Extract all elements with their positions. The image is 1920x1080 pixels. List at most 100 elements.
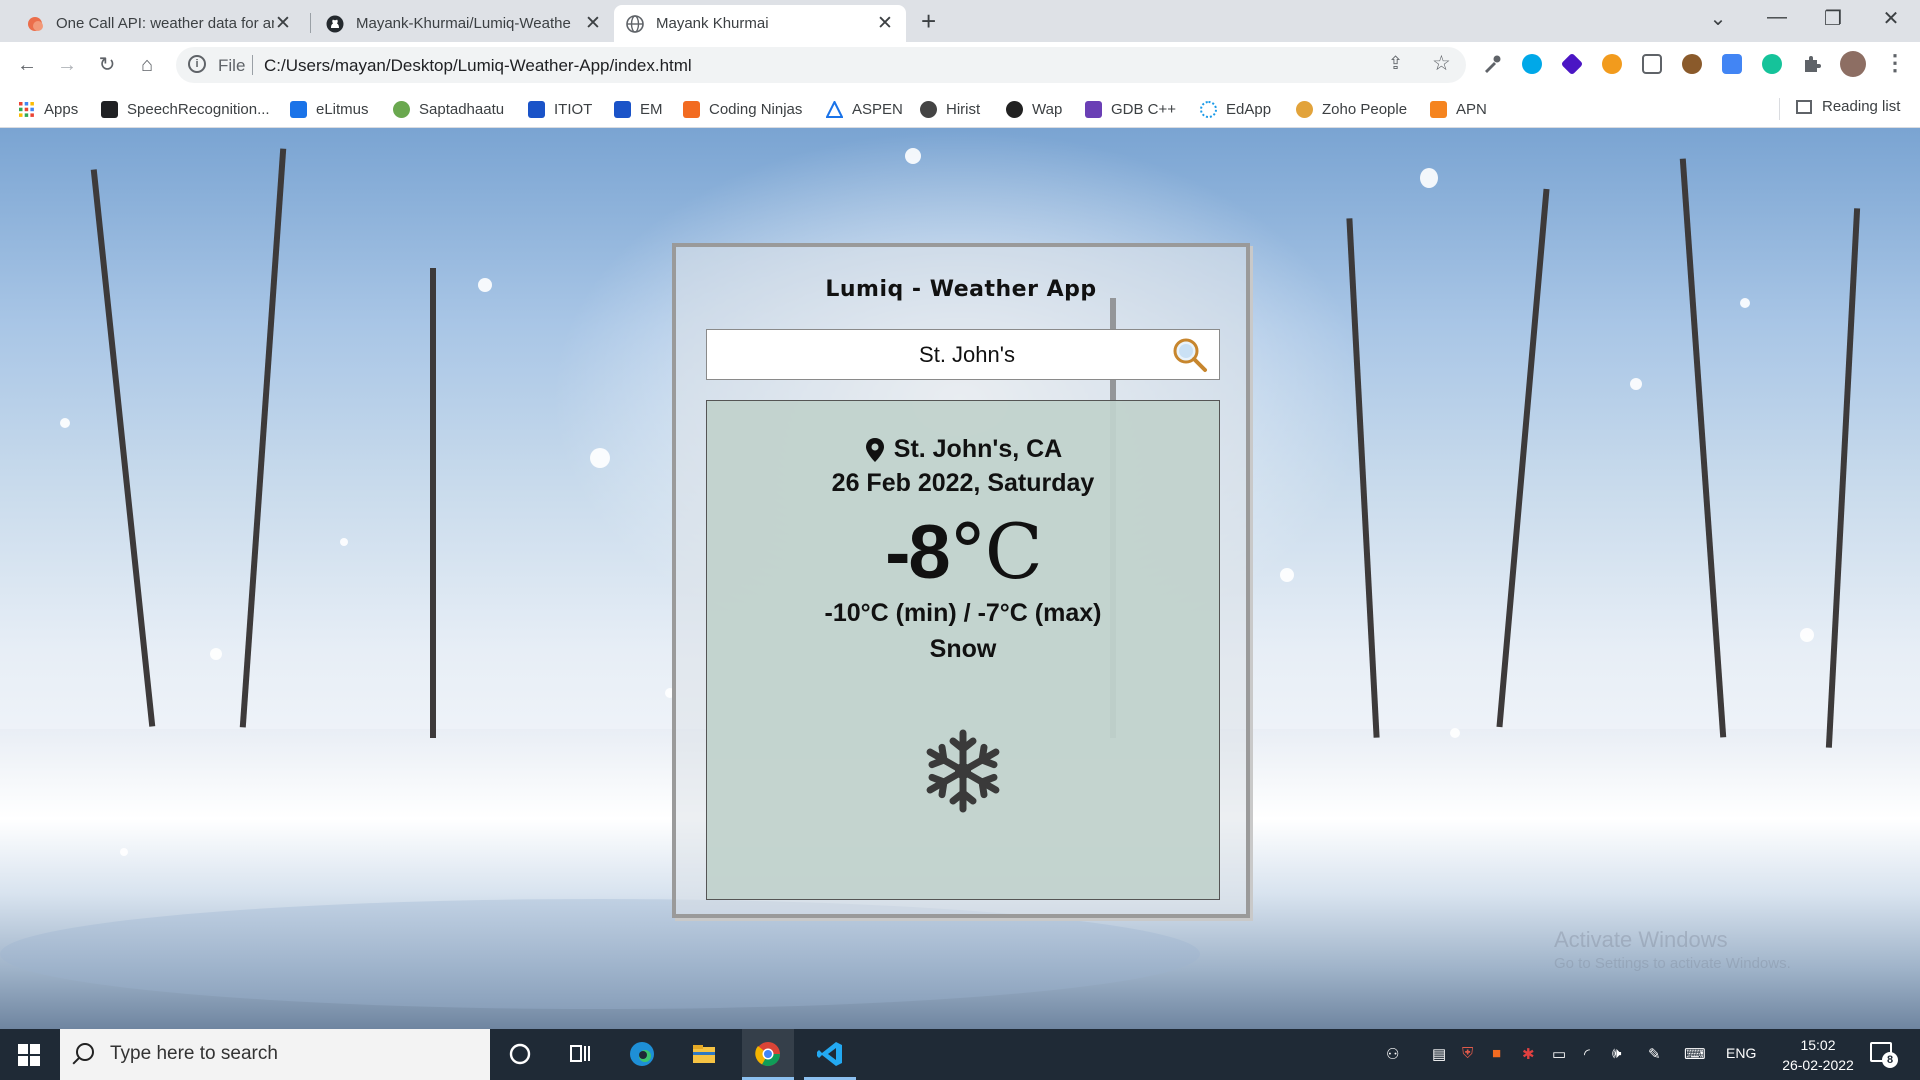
forward-icon[interactable]: → [53, 51, 81, 79]
bookmark-label: ASPEN [852, 100, 903, 118]
close-window-icon[interactable]: ✕ [1876, 6, 1906, 31]
close-tab-icon[interactable]: ✕ [274, 12, 292, 35]
bookmark-em[interactable]: EM [614, 98, 663, 120]
task-view-icon[interactable] [566, 1040, 594, 1068]
windows-start-icon[interactable] [18, 1044, 40, 1066]
bookmark-edapp[interactable]: EdApp [1200, 98, 1271, 120]
bookmark-speechrecognition[interactable]: SpeechRecognition... [101, 98, 270, 120]
close-tab-icon[interactable]: ✕ [876, 12, 894, 35]
edapp-icon [1200, 100, 1217, 118]
bookmarks-bar: Apps SpeechRecognition... eLitmus Saptad… [0, 88, 1920, 128]
tray-app-icon[interactable]: ■ [1492, 1045, 1501, 1062]
profile-avatar[interactable] [1840, 51, 1866, 77]
browser-toolbar: ← → ↻ ⌂ i File C:/Users/mayan/Desktop/Lu… [0, 42, 1920, 88]
home-icon[interactable]: ⌂ [133, 51, 161, 79]
vscode-icon[interactable] [816, 1040, 844, 1068]
snowflake-particle [1280, 568, 1294, 582]
page-viewport: Activate Windows Go to Settings to activ… [0, 128, 1920, 1029]
snowflake-particle [1420, 168, 1438, 188]
grammarly-extension-icon[interactable] [1762, 54, 1782, 74]
activate-windows-watermark: Activate Windows [1554, 927, 1728, 952]
address-scheme: File [218, 56, 246, 75]
elitmus-icon [290, 100, 307, 118]
share-icon[interactable]: ⇪ [1388, 53, 1403, 74]
taskbar-clock[interactable]: 15:02 26-02-2022 [1778, 1035, 1858, 1075]
reading-list-icon [1796, 99, 1812, 114]
em-icon [614, 100, 631, 118]
bookmark-label: Zoho People [1322, 100, 1408, 118]
search-icon[interactable] [1171, 336, 1207, 372]
tab-github[interactable]: Mayank-Khurmai/Lumiq-Weathe ✕ [314, 5, 614, 42]
edge-icon[interactable] [628, 1040, 656, 1068]
maximize-icon[interactable]: ❐ [1818, 6, 1848, 31]
clock-time: 15:02 [1800, 1037, 1836, 1053]
back-icon[interactable]: ← [13, 51, 41, 79]
coding-ninjas-icon [683, 100, 700, 118]
bookmark-apps[interactable]: Apps [18, 98, 78, 120]
location-row: St. John's, CA [707, 435, 1219, 464]
bookmark-label: Apps [44, 100, 79, 118]
snowflake-icon [919, 727, 1007, 815]
min-max-temperature: -10°C (min) / -7°C (max) [824, 599, 1102, 627]
tab-openweather[interactable]: One Call API: weather data for an ✕ [14, 5, 304, 42]
tab-search-icon[interactable]: ⌄ [1703, 6, 1733, 31]
security-shield-icon[interactable]: ⛨ [1462, 1045, 1473, 1062]
speechrecognition-icon [101, 100, 118, 118]
cast-extension-icon[interactable] [1642, 54, 1662, 74]
bookmark-zoho-people[interactable]: Zoho People [1296, 98, 1407, 120]
chrome-icon[interactable] [754, 1040, 782, 1068]
skype-extension-icon[interactable] [1522, 54, 1542, 74]
pen-icon[interactable]: ✎ [1648, 1045, 1661, 1063]
search-icon [76, 1043, 94, 1061]
bookmark-elitmus[interactable]: eLitmus [290, 98, 369, 120]
tab-title: One Call API: weather data for an [56, 15, 274, 32]
bookmark-coding-ninjas[interactable]: Coding Ninjas [683, 98, 802, 120]
people-icon[interactable]: ⚇ [1386, 1045, 1399, 1063]
volume-icon[interactable]: 🕪 [1612, 1045, 1621, 1062]
file-explorer-icon[interactable] [690, 1040, 718, 1068]
address-url[interactable]: C:/Users/mayan/Desktop/Lumiq-Weather-App… [264, 56, 692, 76]
bookmark-apn[interactable]: APN [1430, 98, 1487, 120]
tray-taskbar-icon[interactable]: ▤ [1432, 1045, 1446, 1063]
city-search-input[interactable] [717, 330, 1147, 379]
bookmark-wap[interactable]: Wap [1006, 98, 1062, 120]
keyboard-icon[interactable]: ⌨ [1684, 1045, 1706, 1063]
bookmark-saptadhaatu[interactable]: Saptadhaatu [393, 98, 504, 120]
wifi-icon[interactable]: ◜ [1584, 1045, 1590, 1063]
battery-icon[interactable]: ▭ [1552, 1045, 1566, 1063]
snowflake-particle [1800, 628, 1814, 642]
translate-extension-icon[interactable] [1722, 54, 1742, 74]
snowflake-particle [478, 278, 492, 292]
tree-trunk [1825, 208, 1861, 748]
eyedropper-extension-icon[interactable] [1482, 54, 1502, 74]
bookmark-gdb[interactable]: GDB C++ [1085, 98, 1176, 120]
site-info-icon[interactable]: i [188, 55, 206, 73]
tray-bug-icon[interactable]: ✱ [1522, 1045, 1535, 1063]
reading-list-button[interactable]: Reading list [1796, 98, 1900, 115]
tab-mayank-khurmai[interactable]: Mayank Khurmai ✕ [614, 5, 906, 42]
temperature-display: -8°C [707, 507, 1219, 596]
minimize-icon[interactable]: — [1762, 6, 1792, 29]
extension-orange-icon[interactable] [1602, 54, 1622, 74]
snowflake-particle [1450, 728, 1460, 738]
zoho-people-icon [1296, 100, 1313, 118]
tree-trunk [239, 148, 287, 728]
new-tab-icon[interactable]: + [921, 6, 936, 37]
close-tab-icon[interactable]: ✕ [584, 12, 602, 35]
language-indicator[interactable]: ENG [1726, 1045, 1756, 1061]
bookmark-star-icon[interactable]: ☆ [1432, 51, 1451, 76]
bookmark-hirist[interactable]: Hirist [920, 98, 980, 120]
bookmark-aspen[interactable]: ASPEN [825, 98, 903, 120]
snowflake-particle [210, 648, 222, 660]
notification-center-icon[interactable]: 8 [1870, 1042, 1898, 1068]
browser-menu-icon[interactable]: ⋮ [1884, 50, 1906, 76]
temperature-unit: °C [948, 507, 1043, 596]
cortana-icon[interactable] [506, 1040, 534, 1068]
cookie-extension-icon[interactable] [1682, 54, 1702, 74]
taskbar-search-box[interactable]: Type here to search [60, 1029, 490, 1080]
bookmark-itiot[interactable]: ITIOT [528, 98, 592, 120]
reload-icon[interactable]: ↻ [93, 51, 121, 79]
extension-purple-icon[interactable] [1560, 52, 1584, 76]
address-bar[interactable]: i File C:/Users/mayan/Desktop/Lumiq-Weat… [176, 47, 1466, 83]
extensions-puzzle-icon[interactable] [1802, 54, 1822, 74]
